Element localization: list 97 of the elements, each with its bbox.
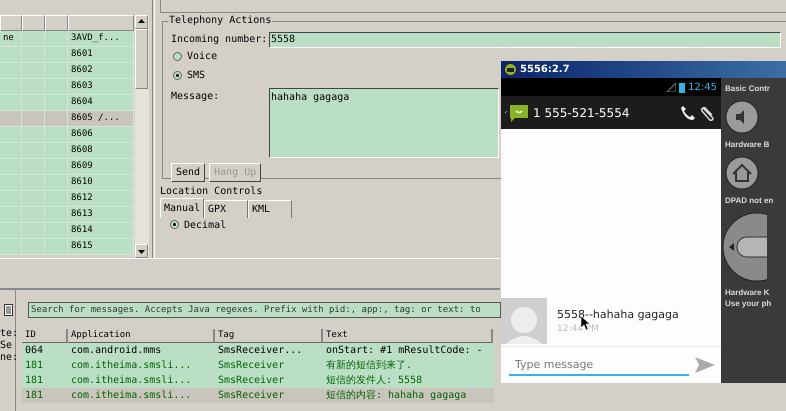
table-cell: 8606 — [71, 129, 93, 139]
radio-button[interactable] — [173, 52, 182, 61]
scroll-up-button[interactable] — [135, 15, 148, 29]
table-cell: 8604 — [71, 97, 93, 107]
table-cell: 064 — [25, 345, 44, 356]
table-cell: 8605 /... — [71, 113, 120, 123]
table-cell: 短信的内容: hahaha gagaga — [326, 390, 466, 401]
column-header[interactable] — [45, 15, 68, 31]
table-cell: SmsReceiver... — [218, 345, 302, 356]
search-field[interactable]: Search for messages. Accepts Java regexes. Prefix with pid:, app:, tag: or text: to — [28, 302, 501, 318]
speaker-icon[interactable] — [725, 100, 759, 134]
table-cell: com.itheima.smsli... — [71, 360, 192, 371]
table-cell: 8613 — [71, 209, 93, 219]
table-row[interactable]: 8608 — [0, 143, 134, 159]
table-cell: com.itheima.smsli... — [71, 390, 192, 401]
table-cell: 181 — [25, 375, 44, 386]
log-row[interactable]: 064 com.android.mms SmsReceiver... onStart: #1 mResultCode: - — [22, 343, 494, 358]
table-cell: 8610 — [71, 177, 93, 187]
table-row[interactable]: 8610 — [0, 175, 134, 191]
panel-label: Hardware B — [725, 140, 770, 150]
table-cell: 181 — [25, 390, 44, 401]
table-cell: 8601 — [71, 49, 93, 59]
table-cell: ne — [3, 33, 14, 43]
radio-label: SMS — [187, 70, 206, 81]
table-row[interactable]: 8606 — [0, 127, 134, 143]
field-label: Incoming number: — [171, 34, 263, 45]
table-cell: SmsReceiver — [218, 360, 284, 371]
signal-icon — [666, 82, 676, 92]
column-header[interactable] — [0, 15, 22, 31]
radio-label: Voice — [187, 51, 218, 62]
scroll-down-button[interactable] — [135, 244, 148, 258]
group-title: Telephony Actions — [168, 15, 272, 26]
dpad-icon[interactable] — [721, 212, 767, 282]
contact-number: 1 555-521-5554 — [533, 106, 630, 120]
table-row[interactable]: 8612 — [0, 191, 134, 207]
section-title: Location Controls — [160, 186, 264, 197]
action-button[interactable]: Send — [171, 163, 206, 182]
panel-label: Basic Contr — [725, 84, 771, 94]
table-cell: 8615 — [71, 241, 93, 251]
table-cell: 短信的发件人: 5558 — [326, 375, 422, 386]
number-field[interactable]: 5558 — [269, 32, 781, 48]
table-cell: 8603 — [71, 81, 93, 91]
paperclip-icon[interactable] — [699, 104, 715, 120]
table-cell: 8608 — [71, 145, 93, 155]
table-row[interactable]: 8609 — [0, 159, 134, 175]
table-row[interactable]: 8614 — [0, 223, 134, 239]
clock: 12:45 — [688, 82, 717, 92]
table-cell: 3AVD_f... — [71, 33, 120, 43]
log-row[interactable]: 181 com.itheima.smsli... SmsReceiver 有新的短信到来了. — [22, 358, 494, 373]
table-cell: SmsReceiver — [218, 390, 284, 401]
table-cell: SmsReceiver — [218, 375, 284, 386]
table-cell: onStart: #1 mResultCode: - — [326, 345, 483, 356]
table-row[interactable]: 8601 — [0, 47, 134, 63]
radio-button[interactable] — [170, 220, 179, 229]
tab[interactable]: KML — [248, 200, 292, 218]
column-header[interactable] — [22, 15, 45, 31]
message-input[interactable]: Type message — [509, 354, 689, 376]
home-icon[interactable] — [725, 156, 759, 190]
panel-label: Hardware K — [725, 288, 770, 298]
messaging-app-icon[interactable] — [504, 102, 530, 122]
log-row[interactable]: 181 com.itheima.smsli... SmsReceiver 短信的发件人: 5558 — [22, 373, 494, 388]
radio-button[interactable] — [173, 71, 182, 80]
panel-label: Use your ph — [725, 299, 772, 309]
table-row[interactable]: 8604 — [0, 95, 134, 111]
table-cell: 有新的短信到来了. — [326, 360, 412, 371]
side-label: ne: — [0, 352, 15, 364]
table-cell: 8612 — [71, 193, 93, 203]
panel-label: DPAD not en — [725, 196, 774, 206]
side-label: Se — [0, 340, 14, 352]
table-row[interactable]: 8605 /... — [0, 111, 134, 127]
table-cell: 8609 — [71, 161, 93, 171]
document-icon[interactable] — [4, 304, 13, 316]
table-cell: com.android.mms — [71, 345, 162, 356]
table-cell: 8614 — [71, 225, 93, 235]
table-row[interactable]: 8613 — [0, 207, 134, 223]
table-row[interactable]: 8602 — [0, 63, 134, 79]
avatar-icon — [501, 298, 547, 344]
phone-icon[interactable] — [680, 104, 696, 120]
field-label: Message: — [171, 90, 220, 104]
table-cell: 181 — [25, 360, 44, 371]
robot-icon — [504, 63, 517, 76]
table-row[interactable]: 8615 — [0, 239, 134, 255]
message-field[interactable]: hahaha gagaga — [269, 88, 499, 158]
window-title: 5556:2.7 — [520, 64, 570, 75]
radio-label: Decimal — [184, 220, 226, 231]
tab[interactable]: Manual — [160, 198, 204, 218]
log-row[interactable]: 181 com.itheima.smsli... SmsReceiver 短信的内容: hahaha gagaga — [22, 388, 494, 403]
table-row[interactable]: ne 3AVD_f... — [0, 31, 134, 47]
side-label: te: — [0, 328, 15, 340]
table-cell: com.itheima.smsli... — [71, 375, 192, 386]
scrollbar[interactable] — [135, 15, 149, 258]
battery-icon — [679, 82, 686, 92]
scroll-thumb[interactable] — [135, 29, 148, 89]
message-text: 5558--hahaha gagaga — [557, 308, 679, 321]
tab[interactable]: GPX — [204, 200, 248, 218]
table-cell: 8602 — [71, 65, 93, 75]
table-row[interactable]: 8603 — [0, 79, 134, 95]
